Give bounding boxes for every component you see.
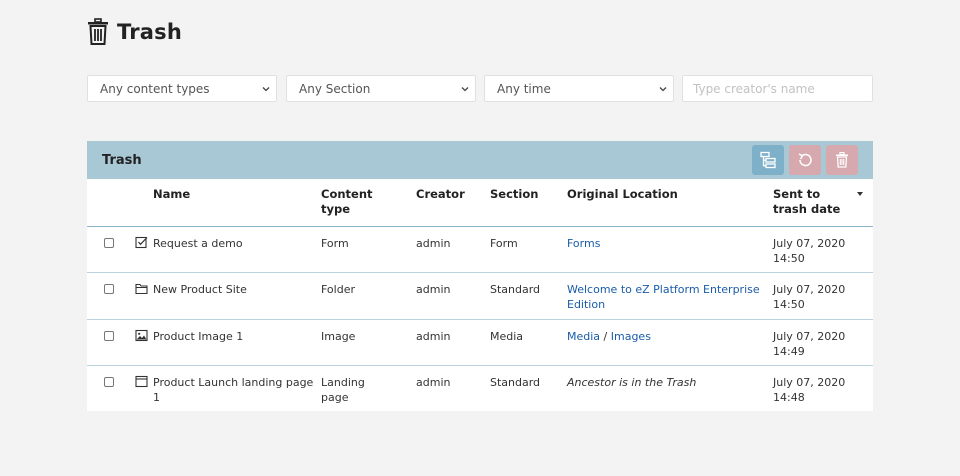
table-row: Product Image 1 Image admin Media Media … — [87, 319, 873, 366]
table-row: Request a demo Form admin Form Forms Jul… — [87, 226, 873, 273]
image-icon — [135, 329, 148, 341]
row-date-time: 14:48 — [773, 391, 805, 404]
row-date-day: July 07, 2020 — [773, 236, 846, 250]
trash-table: Name Content type Creator Section Origin… — [87, 179, 873, 412]
row-content-type: Image — [321, 329, 356, 343]
row-location: Media / Images — [567, 319, 773, 366]
content-tree-icon — [760, 151, 776, 169]
restore-icon — [798, 153, 812, 167]
landing-page-icon — [135, 375, 148, 388]
row-name: Request a demo — [153, 236, 243, 250]
col-name[interactable]: Name — [153, 179, 321, 226]
trash-panel: Trash Name Content type Creator Section … — [87, 141, 873, 411]
time-filter[interactable]: Any time — [484, 75, 674, 102]
row-section: Form — [490, 236, 518, 250]
row-date-day: July 07, 2020 — [773, 283, 846, 296]
row-checkbox[interactable] — [104, 237, 114, 248]
row-name: New Product Site — [153, 283, 247, 296]
page-header: Trash — [87, 16, 182, 48]
row-select-cell — [87, 319, 135, 366]
location-link-home[interactable]: Welcome to eZ Platform Enterprise Editio… — [567, 283, 760, 311]
row-content-type-label: Landing page — [321, 376, 365, 404]
row-select-cell — [87, 273, 135, 320]
col-sent-date-label: Sent to trash date — [773, 187, 841, 216]
row-creator: admin — [416, 283, 451, 296]
row-section: Media — [490, 329, 524, 343]
location-link-forms[interactable]: Forms — [567, 237, 600, 250]
row-date: July 07, 2020 14:50 — [773, 273, 873, 320]
row-icon-cell — [135, 226, 153, 273]
table-row: Product Launch landing page 1 Landing pa… — [87, 365, 873, 413]
location-separator: / — [600, 329, 611, 343]
col-sent-date[interactable]: Sent to trash date — [773, 179, 873, 226]
filters-bar: Any content types Any Section Any time — [87, 75, 873, 102]
select-location-button[interactable] — [752, 145, 784, 175]
row-checkbox[interactable] — [104, 284, 114, 294]
location-link-media[interactable]: Media — [567, 330, 600, 343]
col-section[interactable]: Section — [490, 179, 567, 226]
page-title: Trash — [117, 20, 182, 44]
row-section: Standard — [490, 376, 541, 389]
empty-trash-button[interactable] — [826, 145, 858, 175]
sort-desc-icon — [857, 192, 863, 196]
row-checkbox[interactable] — [104, 330, 114, 341]
row-date-time: 14:49 — [773, 344, 805, 358]
row-date: July 07, 2020 14:48 — [773, 366, 873, 413]
row-icon-cell — [135, 319, 153, 366]
row-select-cell — [87, 366, 135, 413]
row-section: Standard — [490, 283, 541, 296]
creator-input[interactable] — [693, 81, 860, 96]
col-icon — [135, 179, 153, 226]
row-name: Product Image 1 — [153, 329, 244, 343]
row-content-type: Folder — [321, 283, 355, 296]
row-date-time: 14:50 — [773, 251, 805, 265]
row-date: July 07, 2020 14:50 — [773, 226, 873, 273]
row-name: Product Launch landing page 1 — [153, 376, 314, 404]
table-row: New Product Site Folder admin Standard W… — [87, 272, 873, 320]
chevron-down-icon — [262, 87, 270, 92]
content-type-filter[interactable]: Any content types — [87, 75, 277, 102]
creator-filter[interactable] — [682, 75, 873, 102]
row-location: Welcome to eZ Platform Enterprise Editio… — [567, 273, 773, 320]
row-icon-cell — [135, 366, 153, 413]
content-type-filter-value: Any content types — [100, 81, 210, 96]
row-icon-cell — [135, 273, 153, 320]
trash-panel-header: Trash — [87, 141, 873, 179]
table-header-row: Name Content type Creator Section Origin… — [87, 179, 873, 226]
row-select-cell — [87, 226, 135, 273]
row-creator: admin — [416, 376, 451, 389]
col-creator[interactable]: Creator — [416, 179, 490, 226]
trash-icon — [88, 18, 108, 45]
row-creator: admin — [416, 329, 451, 343]
row-content-type: Form — [321, 236, 349, 250]
row-location: Ancestor is in the Trash — [567, 376, 697, 389]
row-checkbox[interactable] — [104, 377, 114, 387]
row-date-time: 14:50 — [773, 298, 805, 311]
panel-title: Trash — [102, 152, 142, 168]
location-link-images[interactable]: Images — [611, 330, 651, 343]
section-filter-value: Any Section — [299, 81, 371, 96]
row-date: July 07, 2020 14:49 — [773, 319, 873, 366]
row-content-type: Landing page — [321, 366, 416, 413]
col-content-type[interactable]: Content type — [321, 179, 416, 226]
row-date-day: July 07, 2020 — [773, 329, 846, 343]
chevron-down-icon — [461, 87, 469, 92]
row-location: Forms — [567, 226, 773, 273]
section-filter[interactable]: Any Section — [286, 75, 476, 102]
row-creator: admin — [416, 236, 451, 250]
restore-button[interactable] — [789, 145, 821, 175]
col-content-type-label: Content type — [321, 187, 373, 216]
form-icon — [135, 236, 148, 248]
folder-icon — [135, 283, 148, 295]
time-filter-value: Any time — [497, 81, 551, 96]
trash-icon — [836, 151, 848, 168]
col-original-location[interactable]: Original Location — [567, 179, 773, 226]
chevron-down-icon — [659, 87, 667, 92]
col-select — [87, 179, 135, 226]
row-date-day: July 07, 2020 — [773, 376, 846, 389]
